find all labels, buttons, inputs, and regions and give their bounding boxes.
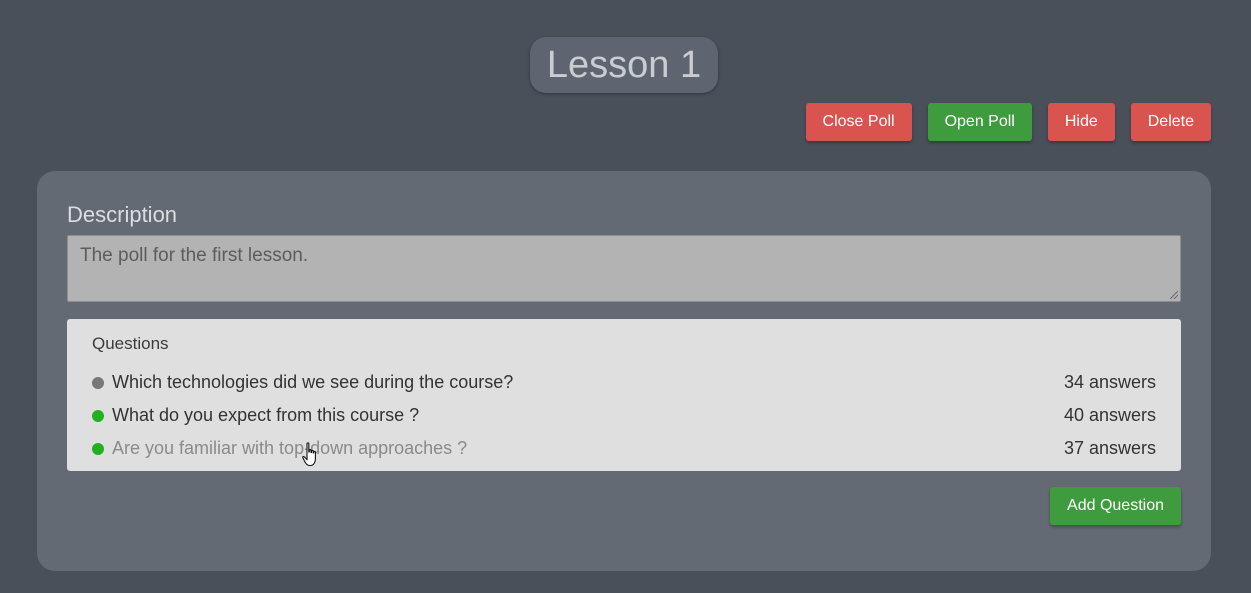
poll-toolbar: Close Poll Open Poll Hide Delete: [805, 103, 1211, 141]
questions-header: Questions: [92, 334, 169, 353]
question-text: What do you expect from this course ?: [112, 405, 420, 425]
poll-page: Lesson 1 Close Poll Open Poll Hide Delet…: [0, 0, 1251, 593]
question-row[interactable]: Which technologies did we see during the…: [92, 366, 1156, 399]
status-dot-icon: [92, 409, 104, 422]
poll-card: Description The poll for the first lesso…: [37, 171, 1211, 571]
open-poll-button[interactable]: Open Poll: [927, 103, 1032, 141]
description-textarea[interactable]: The poll for the first lesson.: [67, 235, 1181, 302]
answer-count: 40 answers: [1063, 405, 1156, 425]
delete-button[interactable]: Delete: [1130, 103, 1211, 141]
answer-count: 37 answers: [1063, 438, 1156, 458]
close-poll-button[interactable]: Close Poll: [805, 103, 912, 141]
questions-panel: Questions Which technologies did we see …: [67, 319, 1181, 471]
question-text: Which technologies did we see during the…: [112, 372, 514, 392]
question-row[interactable]: What do you expect from this course ? 40…: [92, 399, 1156, 432]
add-question-button[interactable]: Add Question: [1050, 487, 1181, 525]
hide-button[interactable]: Hide: [1047, 103, 1115, 141]
page-title: Lesson 1: [530, 37, 718, 93]
question-text: Are you familiar with top-down approache…: [112, 438, 468, 458]
status-dot-icon: [92, 376, 104, 389]
question-row[interactable]: Are you familiar with top-down approache…: [92, 432, 1156, 465]
status-dot-icon: [92, 442, 104, 455]
resize-grip-icon[interactable]: [1170, 291, 1178, 299]
description-label: Description: [67, 202, 178, 227]
description-value: The poll for the first lesson.: [80, 245, 309, 266]
answer-count: 34 answers: [1063, 372, 1156, 392]
